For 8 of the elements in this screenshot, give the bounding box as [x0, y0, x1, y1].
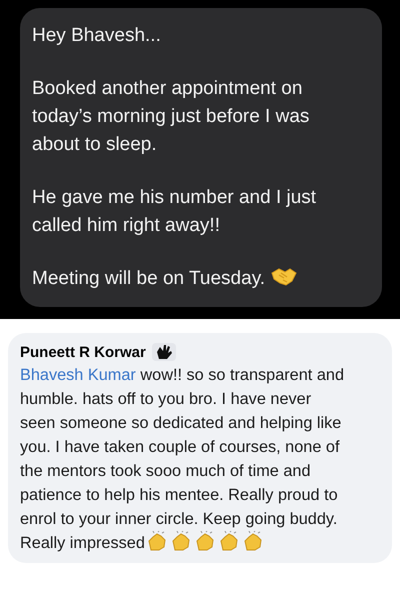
comment-text: Bhavesh Kumar wow!! so so transparent and humble. hats off to you bro. I have never seen someone so dedicated and helping like you. I have taken couple of courses, none of the mentors took sooo much of time and patience to help his mentee. Really proud to enrol to your inner circle. Keep going buddy. Really impressed — [20, 365, 346, 554]
message-text: Meeting will be on Tuesday. — [32, 265, 332, 293]
message-text: Hey Bhavesh... — [32, 24, 162, 48]
author-name[interactable]: Puneett R Korwar — [20, 344, 146, 360]
waving-hand-icon — [152, 343, 176, 361]
mention-link[interactable]: Bhavesh Kumar — [20, 366, 136, 384]
message-text: He gave me his number and I just called him right away!! — [32, 186, 318, 238]
message-text: Booked another appointment on today’s morning just before I was about to sleep. — [32, 77, 310, 157]
